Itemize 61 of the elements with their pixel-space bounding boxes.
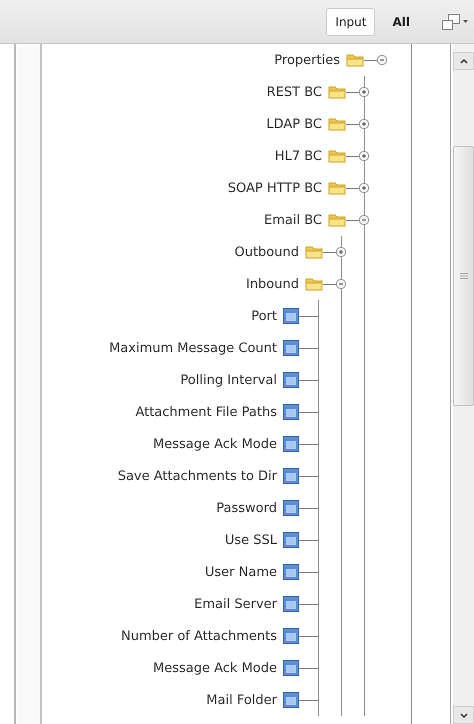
tree-item-label[interactable]: HL7 BC (274, 148, 322, 164)
chevron-up-icon (460, 58, 468, 64)
tree-item-label[interactable]: Message Ack Mode (152, 660, 277, 676)
collapse-icon[interactable] (377, 55, 387, 65)
tree-item-label[interactable]: Message Ack Mode (152, 436, 277, 452)
folder-icon (305, 245, 323, 259)
property-icon (283, 340, 299, 356)
tree-item-label[interactable]: Mail Folder (206, 692, 277, 708)
property-icon (283, 468, 299, 484)
tree-item-label[interactable]: User Name (204, 564, 277, 580)
caret-icon (463, 20, 468, 23)
tree-item-label[interactable]: Inbound (246, 276, 299, 292)
property-icon (283, 404, 299, 420)
property-icon (283, 372, 299, 388)
property-icon (283, 500, 299, 516)
folder-icon (346, 53, 364, 67)
folder-icon (328, 181, 346, 195)
property-icon (283, 660, 299, 676)
property-icon (283, 436, 299, 452)
tree-item-label[interactable]: Use SSL (224, 532, 277, 548)
property-icon (283, 596, 299, 612)
tree-item-label[interactable]: SOAP HTTP BC (228, 180, 322, 196)
property-icon (283, 308, 299, 324)
tree-item-label[interactable]: Number of Attachments (121, 628, 277, 644)
view-tab[interactable]: Input (326, 8, 376, 36)
expand-icon[interactable] (359, 119, 369, 129)
tree-item-label[interactable]: Outbound (234, 244, 299, 260)
expand-icon[interactable] (359, 87, 369, 97)
property-icon (283, 564, 299, 580)
tree-item-label[interactable]: Email Server (194, 596, 277, 612)
chevron-down-icon (460, 712, 468, 718)
scroll-down-button[interactable] (453, 706, 474, 724)
tree-item-label[interactable]: LDAP BC (266, 116, 322, 132)
tree-item-label[interactable]: Attachment File Paths (135, 404, 277, 420)
tree-item-label[interactable]: Password (216, 500, 277, 516)
view-tab[interactable]: All (383, 8, 419, 36)
property-icon (283, 628, 299, 644)
folder-icon (328, 117, 346, 131)
property-icon (283, 532, 299, 548)
tree-item-label[interactable]: Properties (274, 52, 340, 68)
scroll-up-button[interactable] (453, 52, 474, 70)
property-icon (283, 692, 299, 708)
collapse-icon[interactable] (359, 215, 369, 225)
folder-icon (328, 213, 346, 227)
expand-icon[interactable] (359, 183, 369, 193)
windows-icon (441, 12, 461, 30)
expand-icon[interactable] (359, 151, 369, 161)
tree-item-label[interactable]: Save Attachments to Dir (118, 468, 277, 484)
folder-icon (328, 149, 346, 163)
expand-icon[interactable] (336, 247, 346, 257)
tree-item-label[interactable]: Maximum Message Count (109, 340, 277, 356)
scroll-thumb[interactable] (453, 146, 474, 406)
folder-icon (305, 277, 323, 291)
folder-icon (328, 85, 346, 99)
tree-item-label[interactable]: Polling Interval (180, 372, 277, 388)
tree-item-label[interactable]: Email BC (264, 212, 322, 228)
grip-icon (460, 273, 468, 279)
tree-item-label[interactable]: Port (251, 308, 277, 324)
collapse-icon[interactable] (336, 279, 346, 289)
tree-item-label[interactable]: REST BC (266, 84, 322, 100)
scrollbar[interactable] (453, 44, 474, 724)
